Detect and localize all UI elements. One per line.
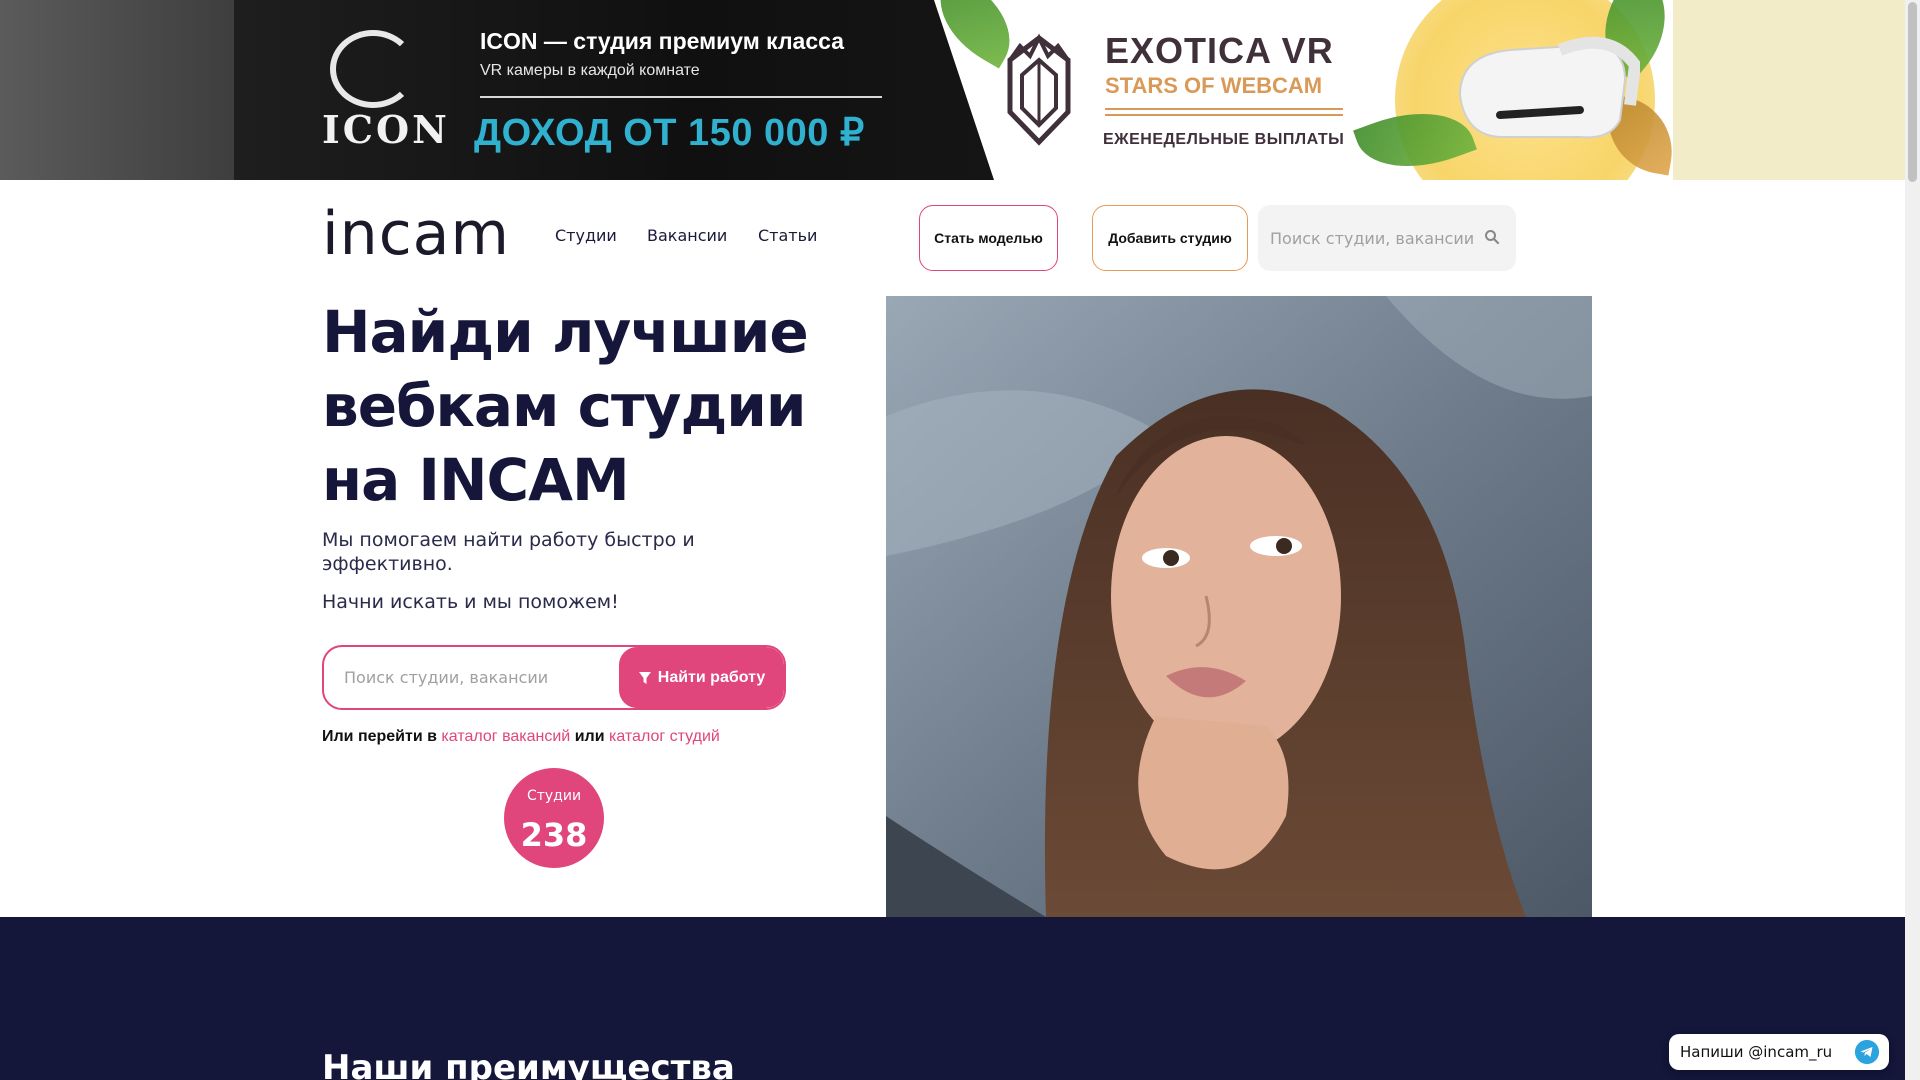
become-model-button[interactable]: Стать моделью [919, 205, 1058, 271]
icon-logo-ring [330, 30, 416, 108]
hero-search-input[interactable] [324, 647, 619, 708]
hero-search-form: Найти работу [322, 645, 786, 710]
vacancies-catalog-link[interactable]: каталог вакансий [441, 728, 570, 745]
icon-studio-logo: ICON [322, 24, 447, 152]
catalog-links: Или перейти в каталог вакансий или катал… [322, 728, 720, 746]
find-job-label: Найти работу [657, 668, 766, 686]
scrollbar-thumb[interactable] [1908, 2, 1917, 182]
catalog-or: или [574, 728, 605, 745]
icon-banner-title: ICON — студия премиум класса [480, 28, 845, 54]
banner-right-fade [1673, 0, 1905, 180]
exotica-divider [1105, 114, 1343, 116]
telegram-contact-label: Напиши @incam_ru [1680, 1043, 1833, 1061]
icon-logo-word: ICON [322, 107, 450, 152]
find-job-button[interactable]: Найти работу [619, 647, 784, 708]
site-logo-text: incam [322, 199, 510, 269]
icon-banner-subtitle: VR камеры в каждой комнате [480, 62, 700, 79]
nav-articles[interactable]: Статьи [758, 226, 817, 245]
exotica-title: EXOTICA VR [1105, 30, 1334, 71]
hero-title: Найди лучшие вебкам студии на INCAM [322, 298, 809, 514]
header-search [1258, 205, 1516, 271]
add-studio-button[interactable]: Добавить студию [1092, 205, 1248, 271]
telegram-icon [1855, 1040, 1879, 1064]
studios-catalog-link[interactable]: каталог студий [609, 728, 720, 745]
filter-icon [638, 671, 651, 684]
advantages-title: Наши преимущества [322, 1048, 735, 1080]
header-search-input[interactable] [1270, 228, 1480, 248]
nav-vacancies[interactable]: Вакансии [647, 226, 727, 245]
icon-banner-income: ДОХОД ОТ 150 000 ₽ [474, 112, 865, 154]
hero-call-to-action: Начни искать и мы поможем! [322, 591, 619, 613]
studios-count-label: Студии [526, 788, 582, 804]
advantages-section [0, 917, 1905, 1080]
page-scrollbar[interactable] [1905, 0, 1920, 1080]
crystal-logo-icon [1007, 33, 1071, 146]
banner-left-fade [0, 0, 234, 180]
catalog-prefix: Или перейти в [322, 728, 437, 745]
hero-subtitle: Мы помогаем найти работу быстро и эффект… [322, 529, 695, 575]
hero-photo [886, 296, 1592, 917]
nav-studios[interactable]: Студии [555, 226, 617, 245]
site-logo[interactable]: incam [322, 204, 510, 264]
studios-count-value: 238 [520, 816, 588, 854]
hero-portrait-image [886, 296, 1592, 917]
exotica-divider [1105, 108, 1343, 110]
telegram-contact-button[interactable]: Напиши @incam_ru [1669, 1034, 1889, 1070]
exotica-payouts: ЕЖЕНЕДЕЛЬНЫЕ ВЫПЛАТЫ [1103, 131, 1345, 148]
exotica-subtitle: STARS OF WEBCAM [1105, 73, 1323, 98]
ad-banner[interactable]: ICON ICON — студия премиум класса VR кам… [0, 0, 1905, 180]
vr-headset-icon [1458, 36, 1640, 139]
search-icon[interactable] [1484, 229, 1500, 245]
studios-count-badge: Студии 238 [504, 768, 604, 868]
banner-divider [480, 96, 882, 98]
